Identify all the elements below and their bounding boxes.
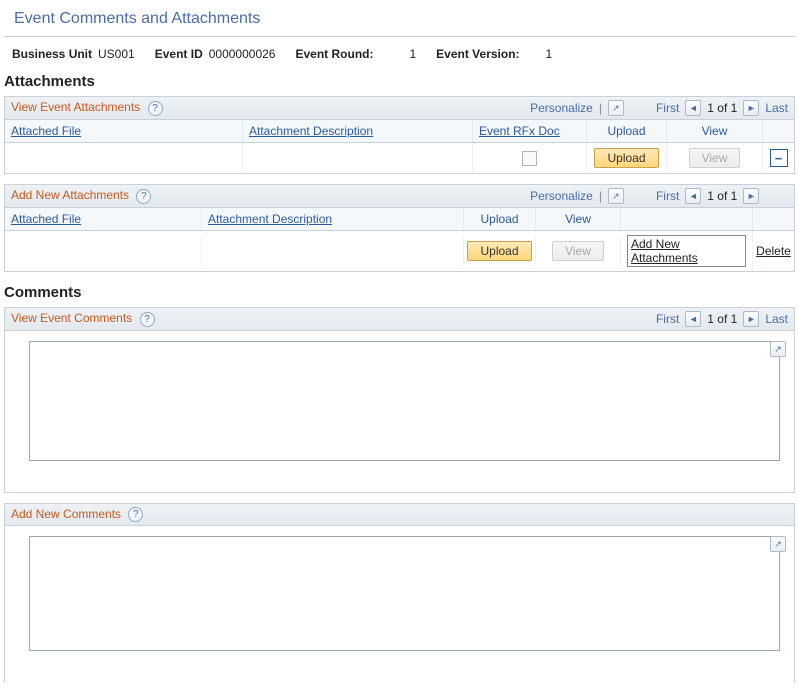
cell-event-rfx-doc bbox=[473, 143, 587, 173]
event-id-value: 0000000026 bbox=[209, 47, 276, 61]
business-unit-value: US001 bbox=[98, 47, 135, 61]
help-icon[interactable]: ? bbox=[148, 101, 163, 116]
personalize-link[interactable]: Personalize bbox=[530, 189, 593, 203]
cell-remove: − bbox=[763, 143, 794, 173]
col-event-rfx-doc[interactable]: Event RFx Doc bbox=[473, 120, 587, 142]
event-version-value: 1 bbox=[546, 47, 553, 61]
event-round-label: Event Round: bbox=[295, 47, 373, 61]
event-round-field: Event Round: 1 bbox=[295, 47, 416, 61]
view-comments-body: ↗ bbox=[5, 331, 794, 492]
business-unit-label: Business Unit bbox=[12, 47, 92, 61]
grid1-title: View Event Attachments bbox=[11, 100, 140, 114]
col-attachment-description[interactable]: Attachment Description bbox=[202, 208, 464, 230]
personalize-link[interactable]: Personalize bbox=[530, 101, 593, 115]
col-action bbox=[763, 120, 794, 142]
col-delete bbox=[753, 208, 794, 230]
rfx-doc-checkbox[interactable] bbox=[522, 151, 537, 166]
comments-section-title: Comments bbox=[4, 282, 795, 307]
cell-attachment-description bbox=[202, 236, 464, 266]
table-row: Upload View Add New Attachments Delete bbox=[5, 231, 794, 271]
prev-arrow-icon[interactable]: ◄ bbox=[685, 188, 701, 204]
view-comments-header: View Event Comments ? First ◄ 1 of 1 ► L… bbox=[5, 308, 794, 331]
grid2-header-bar: Add New Attachments ? Personalize | ↗ Fi… bbox=[5, 185, 794, 208]
event-id-field: Event ID 0000000026 bbox=[155, 47, 276, 61]
add-new-comments-section: Add New Comments ? ↗ bbox=[4, 503, 795, 682]
last-link[interactable]: Last bbox=[765, 312, 788, 326]
pager-text: 1 of 1 bbox=[707, 101, 737, 115]
col-upload: Upload bbox=[464, 208, 536, 230]
upload-button[interactable]: Upload bbox=[467, 241, 531, 261]
add-comments-textarea[interactable] bbox=[29, 536, 780, 651]
help-icon[interactable]: ? bbox=[140, 312, 155, 327]
event-header-row: Business Unit US001 Event ID 0000000026 … bbox=[4, 45, 795, 71]
cell-delete: Delete bbox=[753, 236, 794, 266]
zoom-icon[interactable]: ↗ bbox=[608, 188, 624, 204]
separator: | bbox=[599, 189, 602, 203]
grid1-column-headers: Attached File Attachment Description Eve… bbox=[5, 120, 794, 143]
col-add-new bbox=[621, 208, 753, 230]
pager-text: 1 of 1 bbox=[707, 312, 737, 326]
add-new-attachments-link[interactable]: Add New Attachments bbox=[627, 235, 746, 267]
col-upload: Upload bbox=[587, 120, 667, 142]
first-link[interactable]: First bbox=[656, 101, 679, 115]
cell-upload: Upload bbox=[587, 143, 667, 173]
attachments-section-title: Attachments bbox=[4, 71, 795, 96]
view-event-attachments-grid: View Event Attachments ? Personalize | ↗… bbox=[4, 96, 795, 174]
table-row: Upload View − bbox=[5, 143, 794, 173]
first-link[interactable]: First bbox=[656, 312, 679, 326]
help-icon[interactable]: ? bbox=[136, 189, 151, 204]
page-title: Event Comments and Attachments bbox=[4, 4, 795, 37]
col-view: View bbox=[536, 208, 621, 230]
next-arrow-icon[interactable]: ► bbox=[743, 188, 759, 204]
cell-add-new: Add New Attachments bbox=[621, 231, 753, 271]
zoom-icon[interactable]: ↗ bbox=[770, 341, 786, 357]
separator: | bbox=[599, 101, 602, 115]
first-link[interactable]: First bbox=[656, 189, 679, 203]
business-unit-field: Business Unit US001 bbox=[12, 47, 135, 61]
grid1-header-bar: View Event Attachments ? Personalize | ↗… bbox=[5, 97, 794, 120]
cell-view: View bbox=[536, 236, 621, 266]
event-round-value: 1 bbox=[409, 47, 416, 61]
cell-attached-file bbox=[5, 236, 202, 266]
help-icon[interactable]: ? bbox=[128, 507, 143, 522]
view-event-comments-section: View Event Comments ? First ◄ 1 of 1 ► L… bbox=[4, 307, 795, 493]
event-version-label: Event Version: bbox=[436, 47, 519, 61]
cell-attachment-description bbox=[243, 143, 473, 173]
view-button: View bbox=[552, 241, 604, 261]
delete-link[interactable]: Delete bbox=[756, 244, 791, 258]
next-arrow-icon[interactable]: ► bbox=[743, 311, 759, 327]
view-button: View bbox=[689, 148, 741, 168]
grid2-column-headers: Attached File Attachment Description Upl… bbox=[5, 208, 794, 231]
view-comments-textarea[interactable] bbox=[29, 341, 780, 461]
col-view: View bbox=[667, 120, 763, 142]
view-comments-title: View Event Comments bbox=[11, 311, 132, 325]
last-link[interactable]: Last bbox=[765, 101, 788, 115]
col-attached-file[interactable]: Attached File bbox=[5, 208, 202, 230]
add-comments-header: Add New Comments ? bbox=[5, 504, 794, 526]
zoom-icon[interactable]: ↗ bbox=[608, 100, 624, 116]
remove-row-button[interactable]: − bbox=[770, 149, 788, 167]
col-attached-file[interactable]: Attached File bbox=[5, 120, 243, 142]
add-new-attachments-grid: Add New Attachments ? Personalize | ↗ Fi… bbox=[4, 184, 795, 272]
prev-arrow-icon[interactable]: ◄ bbox=[685, 100, 701, 116]
cell-view: View bbox=[667, 143, 763, 173]
grid2-title: Add New Attachments bbox=[11, 188, 129, 202]
col-attachment-description[interactable]: Attachment Description bbox=[243, 120, 473, 142]
event-id-label: Event ID bbox=[155, 47, 203, 61]
upload-button[interactable]: Upload bbox=[594, 148, 658, 168]
cell-upload: Upload bbox=[464, 236, 536, 266]
pager-text: 1 of 1 bbox=[707, 189, 737, 203]
zoom-icon[interactable]: ↗ bbox=[770, 536, 786, 552]
next-arrow-icon[interactable]: ► bbox=[743, 100, 759, 116]
add-comments-title: Add New Comments bbox=[11, 507, 121, 521]
add-comments-body: ↗ bbox=[5, 526, 794, 682]
prev-arrow-icon[interactable]: ◄ bbox=[685, 311, 701, 327]
cell-attached-file bbox=[5, 143, 243, 173]
event-version-field: Event Version: 1 bbox=[436, 47, 552, 61]
